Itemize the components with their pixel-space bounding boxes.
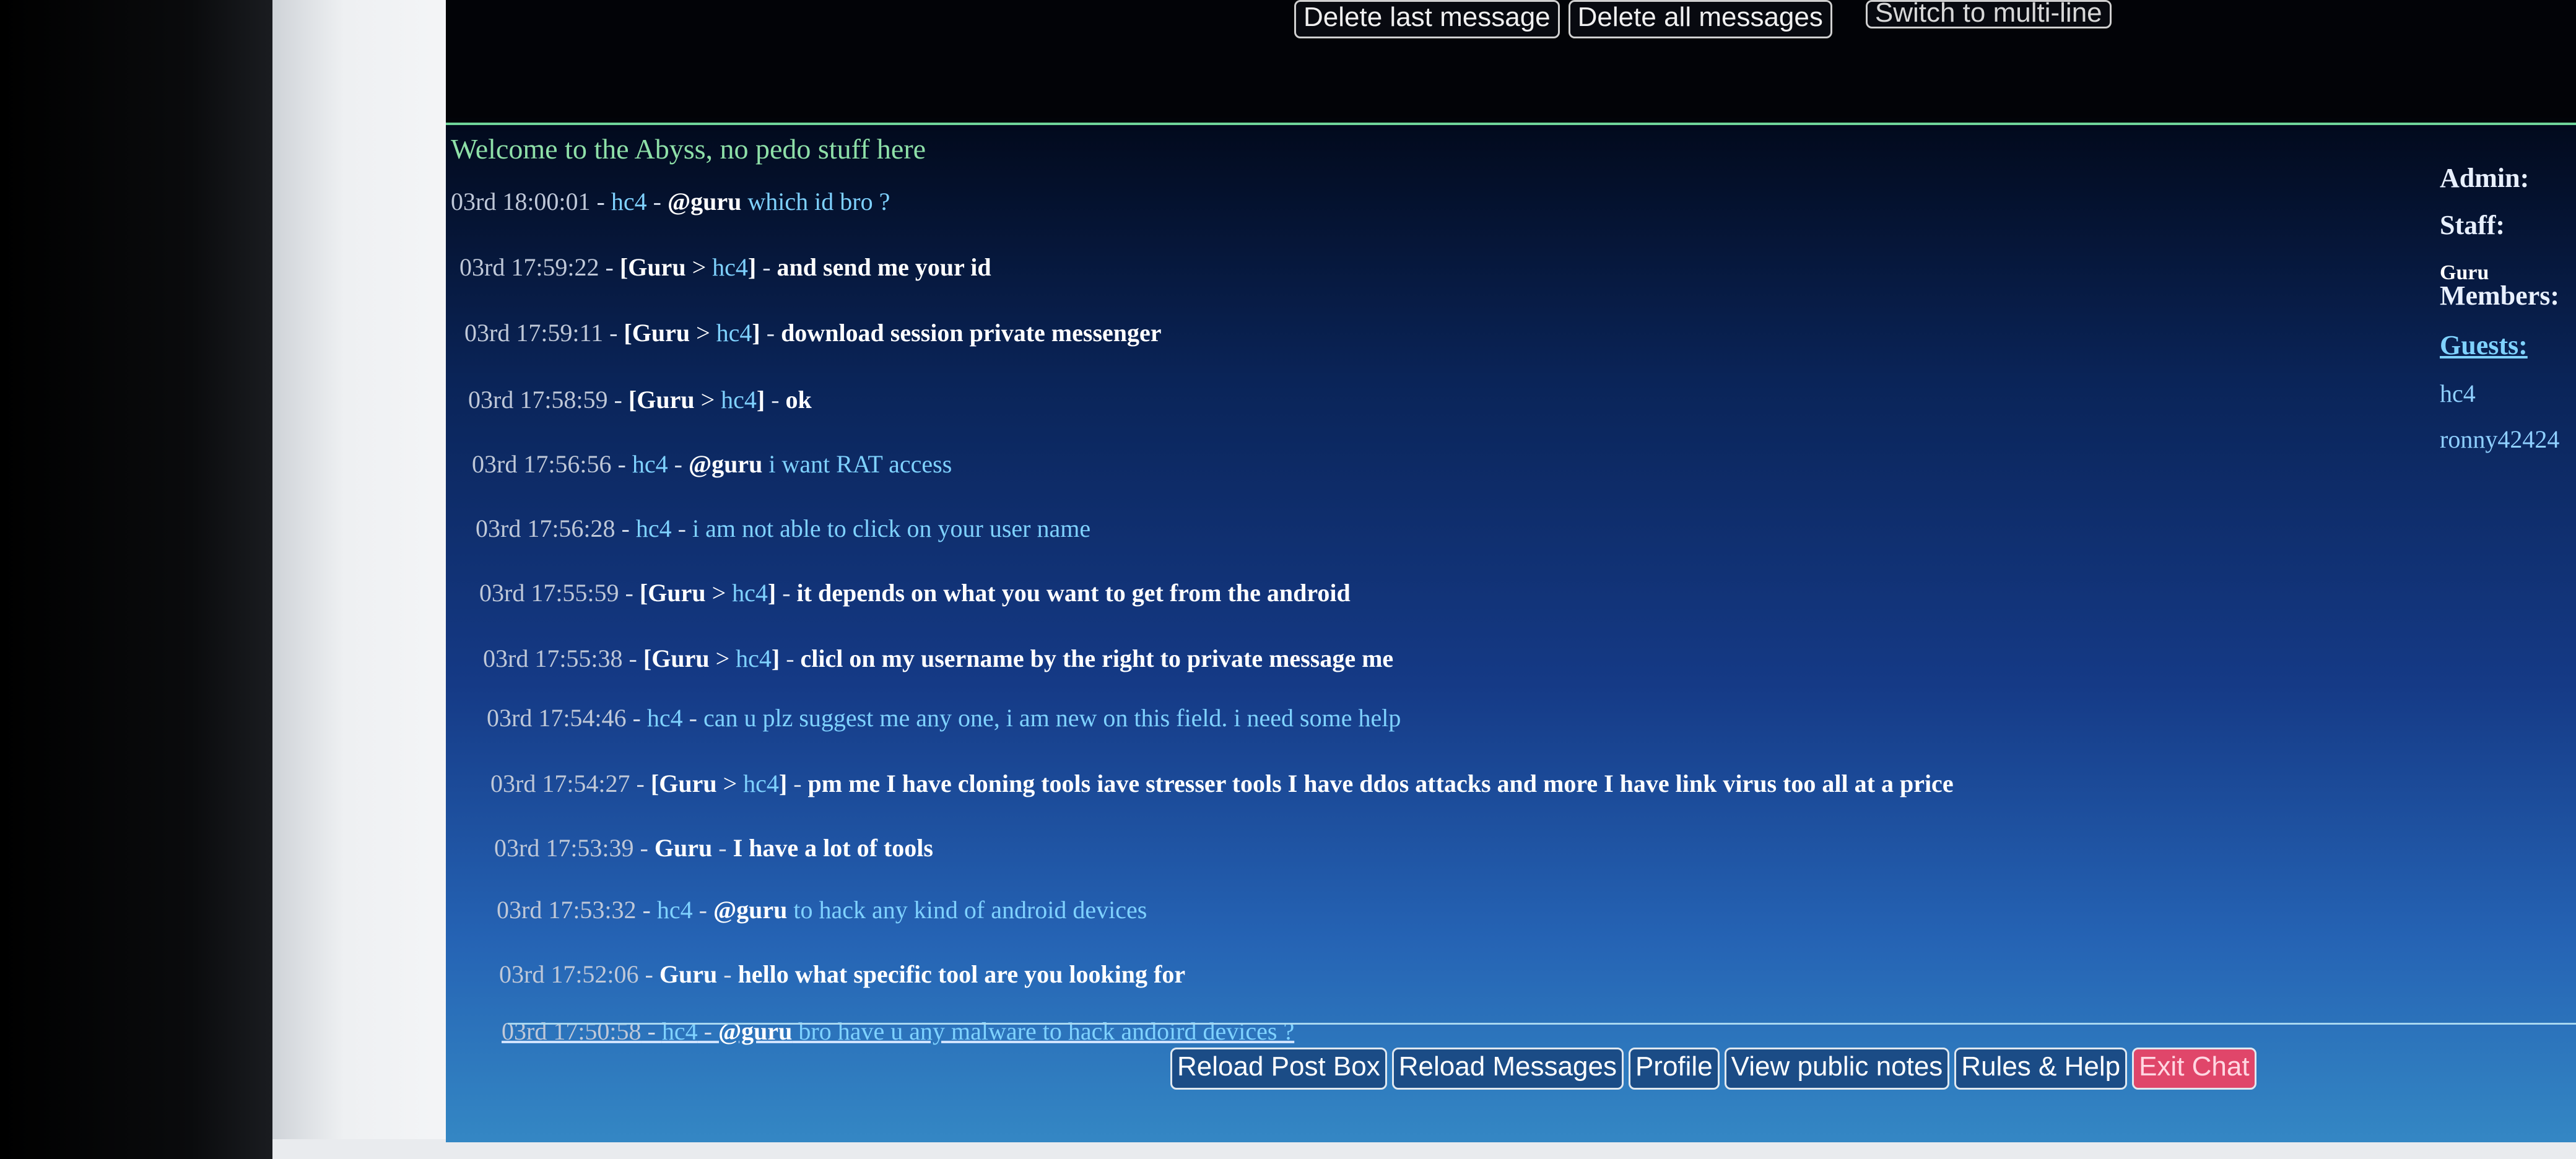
guest-user[interactable]: ronny42424 (2440, 425, 2559, 454)
list-item: 03rd 17:53:39 - Guru - I have a lot of t… (494, 834, 933, 862)
reload-messages-button[interactable]: Reload Messages (1391, 1048, 1624, 1090)
list-item: 03rd 17:56:56 - hc4 - @guru i want RAT a… (472, 450, 952, 478)
username-link[interactable]: Guru (632, 319, 690, 347)
username-link[interactable]: Guru (637, 386, 694, 414)
guests-label[interactable]: Guests: (2440, 329, 2528, 361)
list-item: 03rd 17:59:22 - [Guru > hc4] - and send … (459, 253, 991, 281)
list-item: 03rd 17:54:46 - hc4 - can u plz suggest … (487, 704, 1401, 732)
list-item: 03rd 17:59:11 - [Guru > hc4] - download … (464, 319, 1162, 347)
profile-button[interactable]: Profile (1628, 1048, 1720, 1090)
username-link[interactable]: hc4 (632, 450, 668, 478)
list-item: 03rd 17:52:06 - Guru - hello what specif… (499, 960, 1186, 988)
username-link[interactable]: hc4 (662, 1017, 698, 1045)
top-controls: Delete last message Delete all messages … (1294, 0, 2112, 38)
welcome-message: Welcome to the Abyss, no pedo stuff here (451, 133, 926, 165)
username-link[interactable]: hc4 (611, 188, 647, 215)
username-link[interactable]: Guru (659, 960, 717, 988)
list-item: 03rd 17:56:28 - hc4 - i am not able to c… (476, 514, 1091, 542)
chat-screen: Delete last message Delete all messages … (446, 0, 2576, 1142)
members-label: Members: (2440, 280, 2560, 311)
username-link[interactable]: hc4 (647, 704, 683, 732)
rules-help-button[interactable]: Rules & Help (1954, 1048, 2128, 1090)
list-item: 03rd 18:00:01 - hc4 - @guru which id bro… (451, 188, 890, 215)
username-link[interactable]: hc4 (657, 896, 693, 924)
username-link[interactable]: Guru (659, 770, 716, 797)
list-item: 03rd 17:55:38 - [Guru > hc4] - clicl on … (483, 645, 1394, 672)
monitor-frame (272, 0, 452, 1159)
username-link[interactable]: Guru (648, 579, 705, 607)
bottom-controls: Reload Post Box Reload Messages Profile … (1170, 1048, 2256, 1090)
list-item: 03rd 17:58:59 - [Guru > hc4] - ok (468, 386, 812, 414)
exit-chat-button[interactable]: Exit Chat (2132, 1048, 2256, 1090)
list-item: 03rd 17:55:59 - [Guru > hc4] - it depend… (479, 579, 1351, 607)
delete-all-messages-button[interactable]: Delete all messages (1568, 0, 1832, 38)
divider (508, 1023, 2576, 1025)
delete-last-message-button[interactable]: Delete last message (1294, 0, 1560, 38)
monitor-bezel-left (0, 0, 272, 1159)
view-public-notes-button[interactable]: View public notes (1724, 1048, 1950, 1090)
reload-post-box-button[interactable]: Reload Post Box (1170, 1048, 1387, 1090)
switch-multiline-button[interactable]: Switch to multi-line (1865, 0, 2112, 28)
staff-label: Staff: (2440, 210, 2505, 240)
username-link[interactable]: Guru (651, 645, 709, 672)
list-item: 03rd 17:54:27 - [Guru > hc4] - pm me I h… (490, 770, 1954, 797)
list-item: 03rd 17:53:32 - hc4 - @guru to hack any … (497, 896, 1147, 924)
admin-label: Admin: (2440, 163, 2530, 193)
username-link[interactable]: Guru (655, 834, 712, 862)
username-link[interactable]: hc4 (636, 514, 672, 542)
guest-user[interactable]: hc4 (2440, 379, 2476, 408)
username-link[interactable]: Guru (628, 253, 685, 281)
list-item: 03rd 17:50:58 - hc4 - @guru bro have u a… (502, 1017, 1295, 1045)
post-box-area: Delete last message Delete all messages … (446, 0, 2576, 118)
message-area: Welcome to the Abyss, no pedo stuff here… (446, 125, 2576, 1142)
